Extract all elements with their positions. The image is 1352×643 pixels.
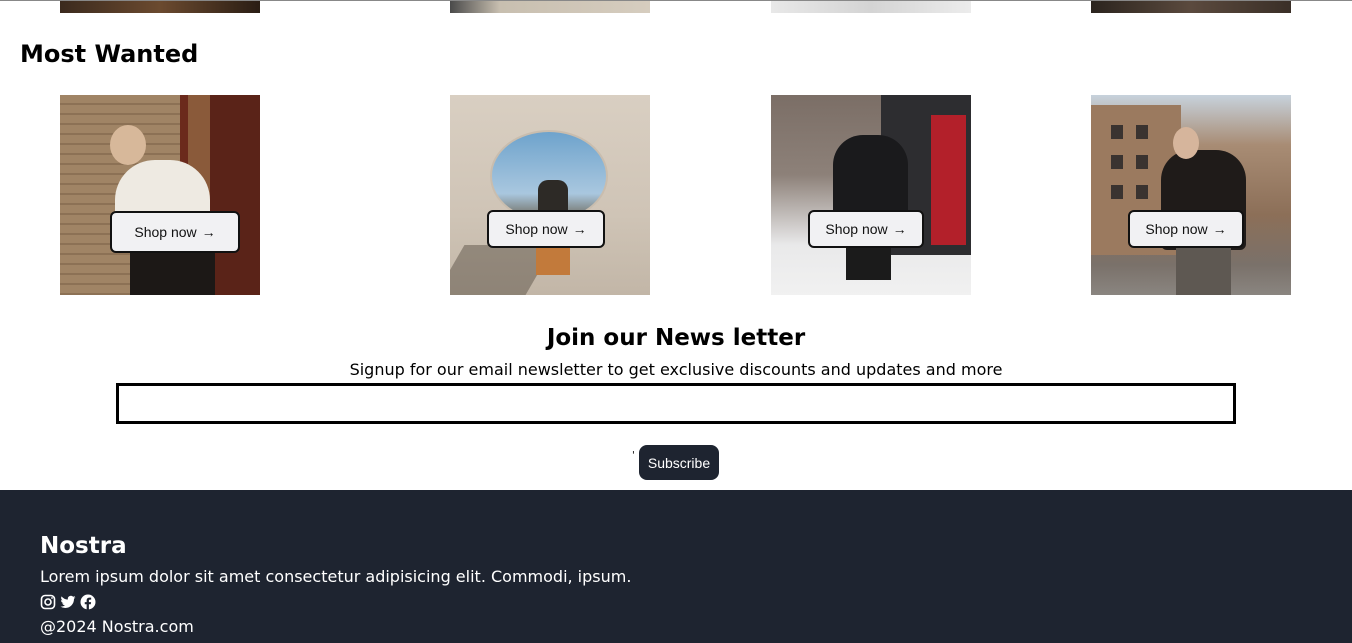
shop-now-button[interactable]: Shop now → [1128,210,1244,248]
social-links [40,594,96,610]
newsletter-subtitle: Signup for our email newsletter to get e… [349,360,1003,379]
product-image [60,95,260,295]
email-input[interactable] [116,383,1236,424]
previous-product-image[interactable] [771,1,971,13]
arrow-right-icon: → [892,221,907,237]
shop-now-button[interactable]: Shop now → [487,210,605,248]
arrow-right-icon: → [572,221,587,237]
footer-tagline: Lorem ipsum dolor sit amet consectetur a… [40,567,632,586]
shop-now-label: Shop now [825,221,888,237]
product-image [1091,95,1291,295]
product-card [1091,95,1291,295]
subscribe-button[interactable]: Subscribe [639,445,719,480]
arrow-right-icon: → [201,224,216,240]
newsletter-title: Join our News letter [546,325,806,351]
shop-now-button[interactable]: Shop now → [110,211,240,253]
shop-now-button[interactable]: Shop now → [808,210,924,248]
shop-now-label: Shop now [505,221,568,237]
arrow-right-icon: → [1212,221,1227,237]
previous-product-image[interactable] [60,1,260,13]
product-card [60,95,260,295]
product-image [771,95,971,295]
most-wanted-title: Most Wanted [20,40,199,68]
footer-brand: Nostra [40,533,127,559]
twitter-icon[interactable] [60,594,76,610]
previous-product-image[interactable] [1091,1,1291,13]
footer: Nostra Lorem ipsum dolor sit amet consec… [0,490,1352,643]
product-card [771,95,971,295]
shop-now-label: Shop now [1145,221,1208,237]
previous-product-image[interactable] [450,1,650,13]
instagram-icon[interactable] [40,594,56,610]
product-card [450,95,650,295]
facebook-icon[interactable] [80,594,96,610]
product-image [450,95,650,295]
shop-now-label: Shop now [134,224,197,240]
stray-character: ' [632,450,635,461]
copyright-text: @2024 Nostra.com [40,617,194,636]
